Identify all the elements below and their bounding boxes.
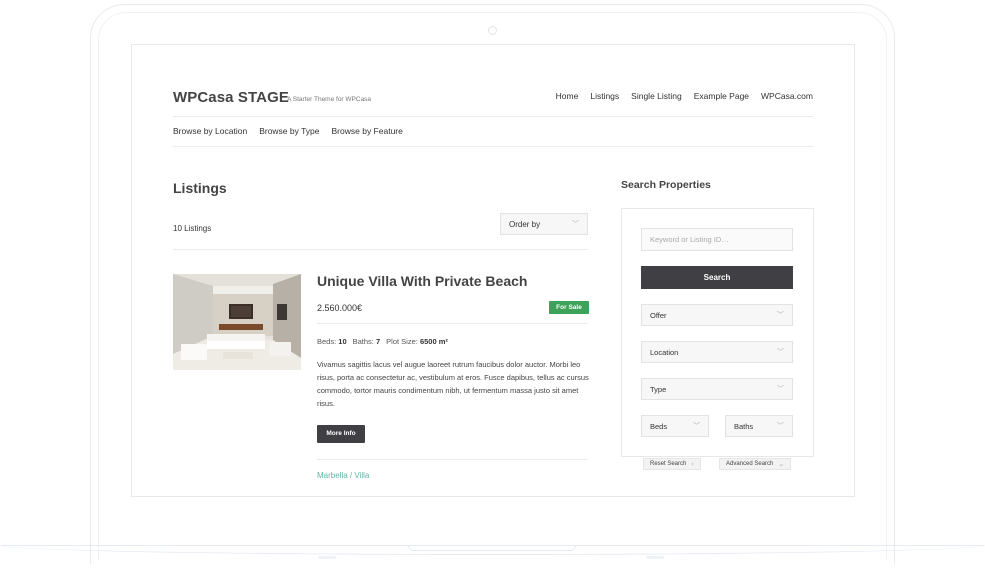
detail-baths: Baths: 7 bbox=[352, 337, 381, 346]
advanced-search-button[interactable]: Advanced Search ⌄ bbox=[719, 458, 792, 470]
nav-browse-feature[interactable]: Browse by Feature bbox=[332, 126, 403, 136]
listing-divider bbox=[317, 323, 588, 324]
chevron-down-icon: ﹀ bbox=[572, 221, 579, 228]
nav-home[interactable]: Home bbox=[556, 91, 579, 101]
nav-example-page[interactable]: Example Page bbox=[694, 91, 749, 101]
chevron-down-icon: ﹀ bbox=[777, 349, 784, 356]
baths-select[interactable]: Baths ﹀ bbox=[725, 415, 793, 437]
page-title: Listings bbox=[173, 180, 227, 196]
subnav-divider bbox=[173, 146, 813, 147]
main-nav: Home Listings Single Listing Example Pag… bbox=[556, 91, 813, 101]
term-location-link[interactable]: Marbella bbox=[317, 471, 348, 480]
nav-wpcasa-com[interactable]: WPCasa.com bbox=[761, 91, 813, 101]
laptop-foot-right bbox=[646, 556, 664, 559]
term-type-link[interactable]: Villa bbox=[354, 471, 369, 480]
chevron-left-icon: ‹ bbox=[691, 461, 694, 468]
header-divider bbox=[173, 116, 813, 117]
keyword-input[interactable] bbox=[641, 228, 793, 251]
nav-listings[interactable]: Listings bbox=[590, 91, 619, 101]
type-select[interactable]: Type ﹀ bbox=[641, 378, 793, 400]
listing-image[interactable] bbox=[173, 274, 301, 370]
listing-price: 2.560.000€ bbox=[317, 303, 363, 313]
listing-terms: Marbella / Villa bbox=[317, 471, 370, 480]
order-by-select[interactable]: Order by ﹀ bbox=[500, 213, 588, 235]
chevron-down-icon: ﹀ bbox=[777, 423, 784, 430]
nav-browse-type[interactable]: Browse by Type bbox=[259, 126, 319, 136]
laptop-foot-left bbox=[318, 556, 336, 559]
listing-details: Beds: 10 Baths: 7 Plot Size: 6500 m² bbox=[317, 337, 448, 346]
chevron-down-icon: ﹀ bbox=[693, 423, 700, 430]
detail-beds: Beds: 10 bbox=[317, 337, 347, 346]
living-room-photo bbox=[173, 274, 301, 370]
more-info-button[interactable]: More Info bbox=[317, 425, 365, 443]
site-title[interactable]: WPCasa STAGE bbox=[173, 89, 289, 106]
chevron-down-icon: ⌄ bbox=[778, 461, 785, 468]
status-badge: For Sale bbox=[549, 301, 589, 314]
chevron-down-icon: ﹀ bbox=[777, 312, 784, 319]
search-widget-title: Search Properties bbox=[621, 179, 711, 191]
listing-title[interactable]: Unique Villa With Private Beach bbox=[317, 273, 527, 289]
listing-footer-divider bbox=[317, 459, 588, 460]
nav-browse-location[interactable]: Browse by Location bbox=[173, 126, 247, 136]
search-button[interactable]: Search bbox=[641, 266, 793, 289]
listing-count: 10 Listings bbox=[173, 224, 212, 233]
order-by-label: Order by bbox=[509, 219, 541, 229]
listings-divider bbox=[173, 249, 588, 250]
sub-nav: Browse by Location Browse by Type Browse… bbox=[173, 126, 403, 136]
location-select[interactable]: Location ﹀ bbox=[641, 341, 793, 363]
camera-icon bbox=[488, 26, 497, 35]
detail-plot-size: Plot Size: 6500 m² bbox=[386, 337, 448, 346]
chevron-down-icon: ﹀ bbox=[777, 386, 784, 393]
site-tagline: A Starter Theme for WPCasa bbox=[287, 96, 372, 103]
beds-select[interactable]: Beds ﹀ bbox=[641, 415, 709, 437]
laptop-notch bbox=[408, 545, 576, 551]
listing-excerpt: Vivamus sagittis lacus vel augue laoreet… bbox=[317, 360, 589, 408]
offer-select[interactable]: Offer ﹀ bbox=[641, 304, 793, 326]
browser-screen: WPCasa STAGE A Starter Theme for WPCasa … bbox=[131, 44, 855, 497]
nav-single-listing[interactable]: Single Listing bbox=[631, 91, 682, 101]
reset-search-button[interactable]: Reset Search ‹ bbox=[643, 458, 701, 470]
